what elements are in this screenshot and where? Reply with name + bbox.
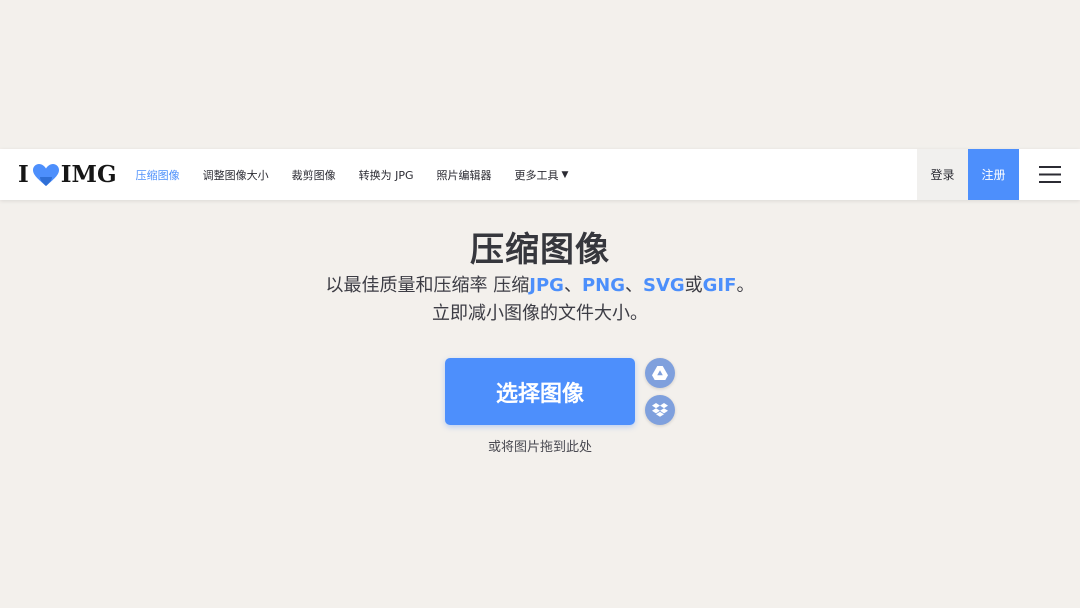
more-tools-label: 更多工具 — [514, 168, 559, 182]
nav-item-resize-image[interactable]: 调整图像大小 — [203, 167, 269, 183]
page-title: 压缩图像 — [470, 230, 610, 270]
format-png: PNG — [581, 275, 625, 296]
top-navbar: I IMG 压缩图像 调整图像大小 裁剪图像 转换为 JPG 照片编辑器 更多工… — [0, 149, 1080, 200]
iloveimg-logo[interactable]: I IMG — [18, 149, 117, 200]
drop-hint-text: 或将图片拖到此处 — [487, 440, 592, 455]
logo-text-img: IMG — [60, 161, 117, 188]
dropbox-icon — [652, 402, 668, 417]
login-button[interactable]: 登录 — [917, 149, 968, 200]
format-svg: SVG — [642, 275, 685, 296]
subtitle-line-1: 以最佳质量和压缩率 压缩JPG、PNG、SVG或GIF。 — [0, 272, 1080, 300]
nav-item-crop-image[interactable]: 裁剪图像 — [292, 167, 336, 183]
hamburger-menu-icon — [1038, 166, 1061, 183]
period: 。 — [736, 275, 755, 296]
google-drive-icon — [652, 366, 668, 380]
logo-text-i: I — [18, 161, 29, 188]
heart-logo-icon — [32, 163, 59, 186]
page-subtitle: 以最佳质量和压缩率 压缩JPG、PNG、SVG或GIF。 立即减小图像的文件大小… — [0, 272, 1080, 328]
subtitle-line-2: 立即减小图像的文件大小。 — [432, 303, 648, 324]
signup-button[interactable]: 注册 — [968, 149, 1019, 200]
dropbox-button[interactable] — [645, 395, 675, 425]
or-text: 或 — [684, 275, 703, 296]
format-gif: GIF — [702, 275, 737, 296]
nav-item-more-tools[interactable]: 更多工具 ▼ — [515, 167, 569, 183]
google-drive-button[interactable] — [645, 358, 675, 388]
separator: 、 — [624, 275, 643, 296]
nav-item-compress-image[interactable]: 压缩图像 — [136, 167, 180, 183]
separator: 、 — [563, 275, 582, 296]
format-jpg: JPG — [529, 275, 564, 296]
nav-item-convert-to-jpg[interactable]: 转换为 JPG — [359, 167, 414, 183]
caret-down-icon: ▼ — [561, 169, 569, 180]
subtitle-prefix: 以最佳质量和压缩率 压缩 — [325, 275, 530, 296]
nav-actions: 登录 注册 — [917, 149, 1080, 200]
nav-item-photo-editor[interactable]: 照片编辑器 — [437, 167, 492, 183]
hamburger-menu-button[interactable] — [1019, 149, 1080, 200]
select-images-button[interactable]: 选择图像 — [445, 358, 635, 425]
main-nav: 压缩图像 调整图像大小 裁剪图像 转换为 JPG 照片编辑器 更多工具 ▼ — [136, 149, 592, 200]
